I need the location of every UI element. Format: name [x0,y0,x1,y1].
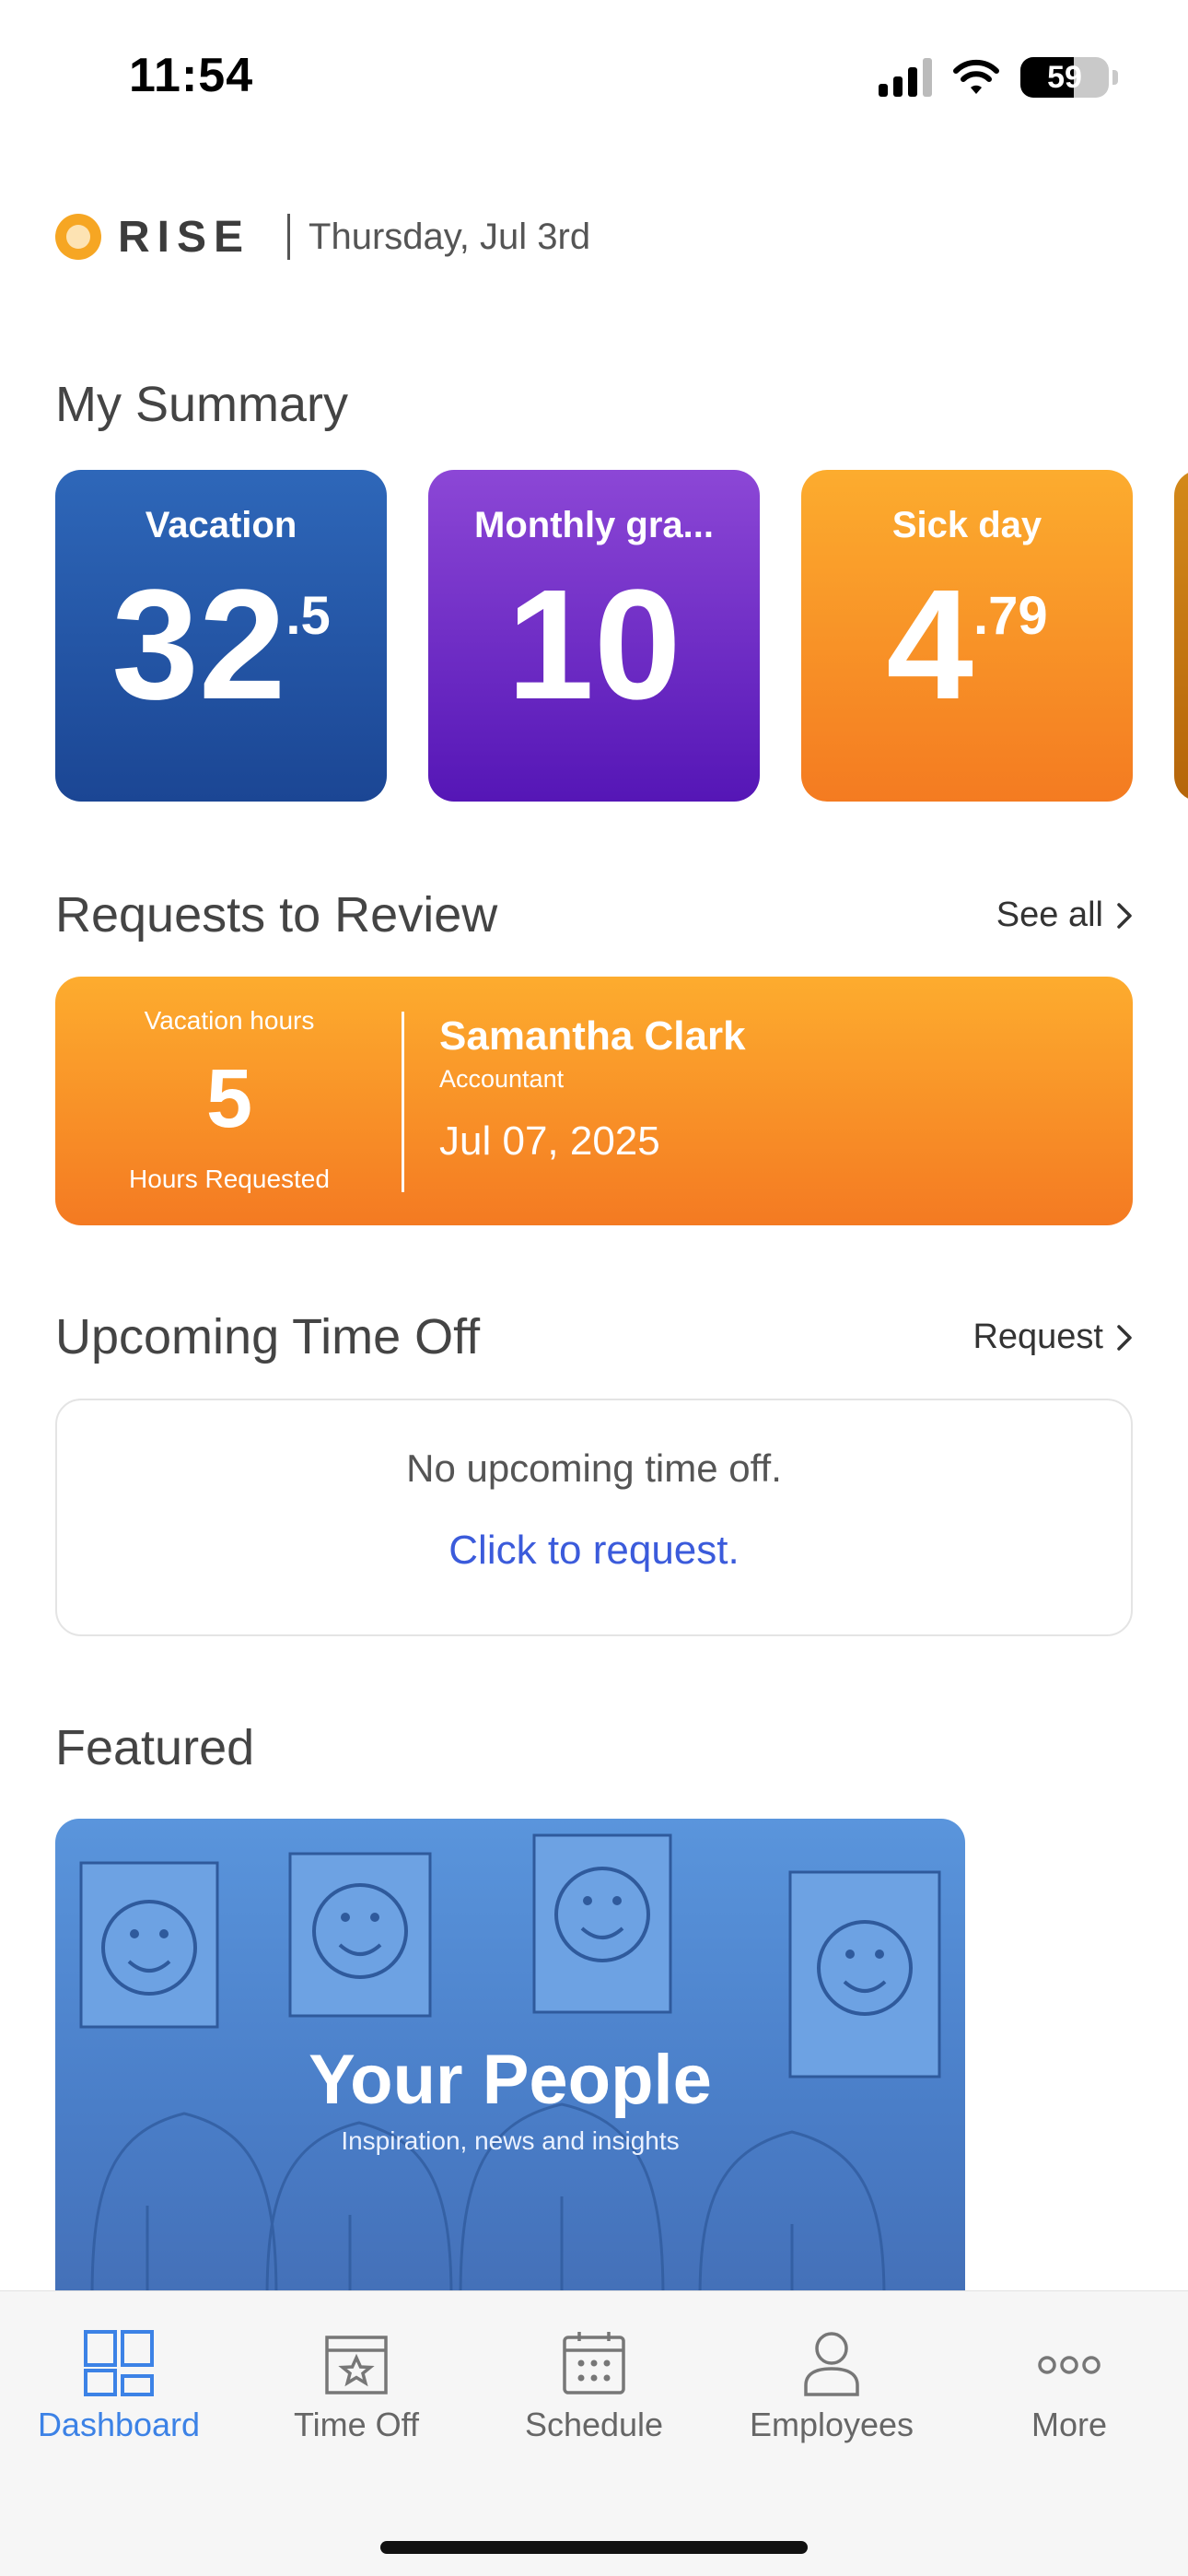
home-indicator [380,2541,808,2554]
status-time: 11:54 [129,49,254,102]
requests-title: Requests to Review [55,887,498,943]
click-to-request-link[interactable]: Click to request. [57,1528,1131,1574]
request-card[interactable]: Vacation hours 5 Hours Requested Samanth… [55,977,1133,1225]
card-value: 10 [507,557,681,732]
request-type: Vacation hours [144,1006,315,1035]
card-label: Sick day [891,505,1042,545]
request-link[interactable]: Request [973,1317,1133,1357]
card-label: Vacation [145,505,297,545]
see-all-label: See all [996,896,1103,934]
summary-card-vacation[interactable]: Vacation 32.5 [55,470,387,802]
featured-card-subtitle: Inspiration, news and insights [341,2126,680,2155]
card-value: 32.5 [111,557,331,732]
featured-card-your-people[interactable]: Your People Inspiration, news and insigh… [55,1819,965,2298]
status-bar: 11:54 59 [0,0,1188,157]
summary-title: My Summary [55,377,349,432]
tab-schedule[interactable]: Schedule [475,2328,713,2444]
tab-more[interactable]: More [950,2328,1188,2444]
request-unit: Hours Requested [129,1165,330,1193]
tab-employees[interactable]: Employees [713,2328,950,2444]
upcoming-title: Upcoming Time Off [55,1309,481,1364]
summary-card-partial[interactable] [1174,470,1188,802]
card-value: 4.79 [886,557,1048,732]
chevron-right-icon [1117,1324,1132,1351]
summary-cards[interactable]: Vacation 32.5 Monthly gra... 10 Sick day… [55,470,1188,802]
dashboard-icon [84,2330,154,2396]
requester-role: Accountant [439,1065,565,1093]
featured-title: Featured [55,1720,255,1775]
request-divider [402,1012,404,1192]
request-hours-block: Vacation hours 5 Hours Requested [55,977,403,1225]
request-link-label: Request [973,1317,1103,1356]
person-icon [804,2332,859,2396]
wifi-icon [953,59,999,94]
card-label: Monthly gra... [474,505,714,545]
summary-card-sick-day[interactable]: Sick day 4.79 [801,470,1133,802]
battery-percent: 59 [1047,59,1082,95]
rise-logo-icon [55,214,101,260]
featured-card-title: Your People [309,2041,712,2119]
bottom-tab-bar: Dashboard Time Off Schedule Employees Mo… [0,2290,1188,2576]
calendar-grid-icon [563,2332,625,2395]
chevron-right-icon [1117,902,1132,929]
cellular-signal-icon [879,58,932,97]
app-header: RISE Thursday, Jul 3rd [55,205,590,269]
more-dots-icon [1038,2356,1101,2374]
summary-card-monthly[interactable]: Monthly gra... 10 [428,470,760,802]
tab-label: More [1031,2406,1108,2443]
tab-label: Schedule [524,2406,664,2443]
tab-time-off[interactable]: Time Off [238,2328,475,2444]
calendar-star-icon [325,2336,388,2395]
tab-dashboard[interactable]: Dashboard [0,2328,238,2444]
tab-label: Employees [749,2406,914,2443]
request-date: Jul 07, 2025 [439,1118,660,1164]
tab-label: Dashboard [37,2406,201,2443]
header-divider [287,214,291,260]
brand-name: RISE [118,212,251,262]
header-date: Thursday, Jul 3rd [309,216,591,257]
requester-name: Samantha Clark [439,1013,746,1059]
upcoming-empty-text: No upcoming time off. [406,1446,782,1490]
upcoming-time-off-box: No upcoming time off. Click to request. [55,1399,1133,1636]
battery-icon: 59 [1020,57,1118,98]
request-amount: 5 [205,1053,253,1145]
see-all-link[interactable]: See all [996,896,1133,935]
tab-label: Time Off [293,2406,420,2443]
status-icons: 59 [879,57,1118,98]
